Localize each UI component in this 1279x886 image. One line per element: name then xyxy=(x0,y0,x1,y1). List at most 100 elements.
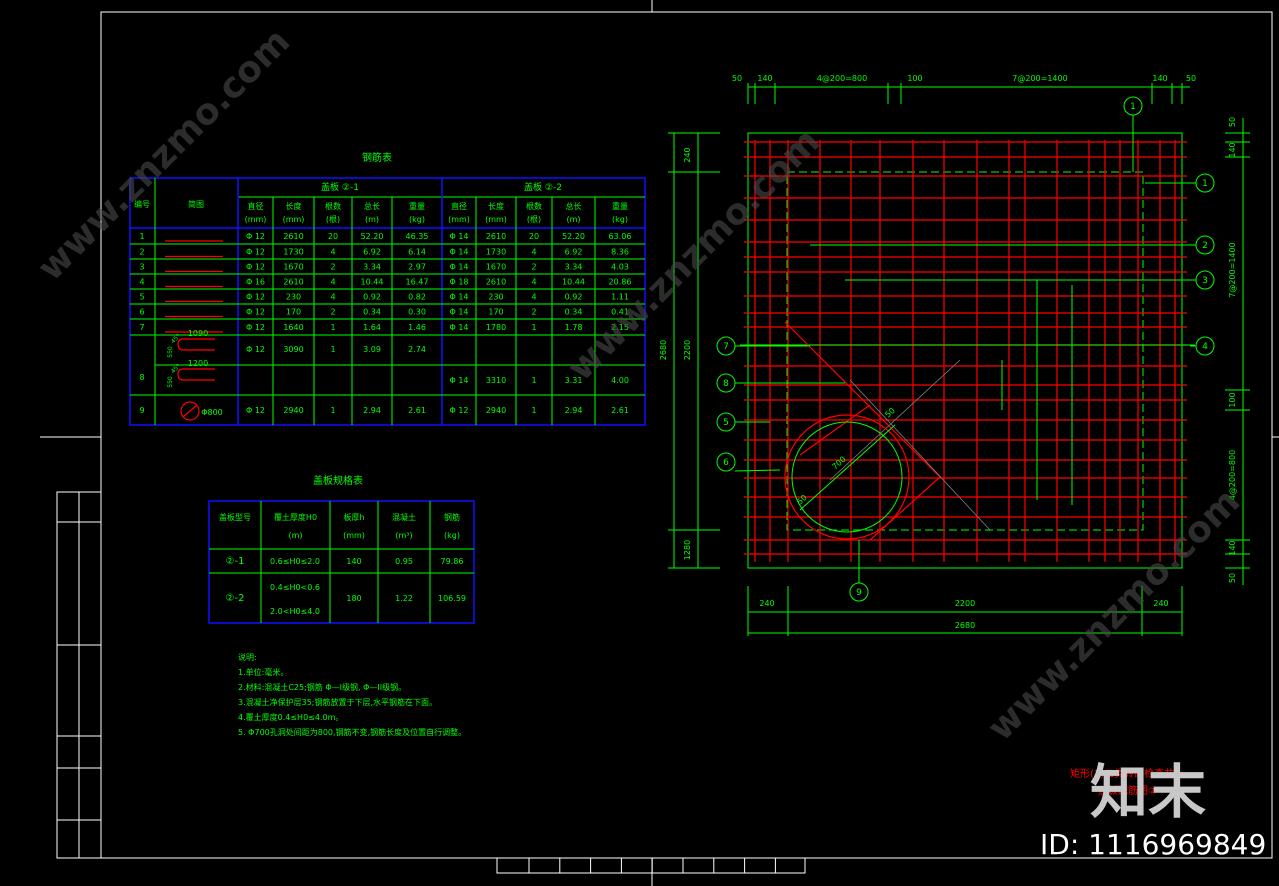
cell-g2: 4 xyxy=(531,278,536,287)
row-no: 1 xyxy=(139,232,144,241)
marker-label: 5 xyxy=(723,418,729,428)
dim-top: 4@200=800 xyxy=(817,74,867,83)
sub-header-unit: (kg) xyxy=(409,215,425,224)
cell-g1: 2610 xyxy=(283,278,303,287)
sub-header: 重量 xyxy=(409,201,425,211)
marker-leader xyxy=(734,469,781,472)
title-block-strip xyxy=(528,858,776,873)
marker-label: 7 xyxy=(723,342,729,352)
sub-header-unit: (根) xyxy=(326,214,340,224)
cell-g2: 20.86 xyxy=(609,278,632,287)
cell-g1: 3.34 xyxy=(363,263,381,272)
row-no: 3 xyxy=(139,263,144,272)
cell-g2: 0.34 xyxy=(565,308,583,317)
sub-header: 根数 xyxy=(325,201,341,211)
cover-header-unit: (m³) xyxy=(395,531,412,540)
cell-g1: 1.46 xyxy=(408,323,426,332)
dim-top: 140 xyxy=(1152,74,1167,83)
cover-table-title: 盖板规格表 xyxy=(313,474,363,487)
cell-g1: 1730 xyxy=(283,248,303,257)
cell-g1: 52.20 xyxy=(361,232,384,241)
cover-range: 2.0<H0≤4.0 xyxy=(270,607,320,616)
sub-header-unit: (kg) xyxy=(612,215,628,224)
cover-type: ②-2 xyxy=(226,593,245,604)
cell-g1: 0.30 xyxy=(408,308,426,317)
cell-g2: 4 xyxy=(531,248,536,257)
cell-g1: 170 xyxy=(286,308,301,317)
cell-g2: 6.92 xyxy=(565,248,583,257)
sub-header-unit: (m) xyxy=(365,215,379,224)
marker-label: 2 xyxy=(1202,241,1208,251)
cell-g1: Φ 12 xyxy=(246,323,265,332)
cell-g1: 2 xyxy=(330,263,335,272)
cell-g1: 0.92 xyxy=(363,293,381,302)
sub-header-unit: (mm) xyxy=(283,215,305,224)
sub-header-unit: (mm) xyxy=(448,215,470,224)
sub-header: 总长 xyxy=(364,201,380,211)
cover-thickness: 180 xyxy=(346,594,361,603)
note-4: 4.覆土厚度0.4≤H0≤4.0m。 xyxy=(238,712,343,722)
sketch-dim: 1200 xyxy=(188,359,208,368)
rebar-table-title: 钢筋表 xyxy=(362,151,392,164)
cell-g1: Φ 12 xyxy=(246,345,265,354)
rebar-sketch-8 xyxy=(177,338,215,351)
cell-g1: 0.34 xyxy=(363,308,381,317)
construction-line xyxy=(849,379,991,531)
header-sketch: 简图 xyxy=(188,199,204,209)
cell-g2: 2.61 xyxy=(611,406,629,415)
cover-type: ②-1 xyxy=(226,556,245,567)
cell-g1: 3.09 xyxy=(363,345,381,354)
notes-title: 说明: xyxy=(238,652,257,662)
cell-g1: 46.35 xyxy=(406,232,429,241)
cover-header-unit: (m) xyxy=(288,531,302,540)
cell-g1: 2.94 xyxy=(363,406,381,415)
dim-bottom: 2200 xyxy=(955,599,975,608)
dim-right: 140 xyxy=(1228,142,1237,157)
cell-g2: 3310 xyxy=(486,376,506,385)
row-no: 4 xyxy=(139,278,144,287)
dim-top: 140 xyxy=(757,74,772,83)
cell-g2: 8.36 xyxy=(611,248,629,257)
cell-g1: 0.82 xyxy=(408,293,426,302)
cell-g2: 230 xyxy=(488,293,503,302)
cover-header-unit: (mm) xyxy=(343,531,365,540)
dim-right: 7@200=1400 xyxy=(1228,242,1237,297)
cell-g1: 1 xyxy=(330,323,335,332)
cover-header: 覆土厚度H0 xyxy=(274,512,317,522)
cell-g2: 4.03 xyxy=(611,263,629,272)
cell-g2: 2 xyxy=(531,308,536,317)
cell-g2: 20 xyxy=(529,232,539,241)
opening-rebar-ring xyxy=(784,414,910,540)
header-group1: 盖板 ②-1 xyxy=(321,181,359,193)
header-group2: 盖板 ②-2 xyxy=(524,181,562,193)
cover-header: 板厚h xyxy=(343,512,364,522)
watermark-id: ID: 1116969849 xyxy=(1040,828,1267,861)
dim-left: 2200 xyxy=(683,340,692,360)
cell-g2: 1780 xyxy=(486,323,506,332)
note-3: 3.混凝土净保护层35;钢筋放置于下层,水平钢筋在下面。 xyxy=(238,697,437,707)
cell-g2: Φ 14 xyxy=(449,293,468,302)
cell-g1: 2.97 xyxy=(408,263,426,272)
dim-top: 50 xyxy=(732,74,742,83)
cell-g1: Φ 16 xyxy=(246,278,265,287)
cover-header: 混凝土 xyxy=(392,512,416,522)
cell-g1: 1 xyxy=(330,345,335,354)
dim-left: 1280 xyxy=(683,540,692,560)
cell-g1: 230 xyxy=(286,293,301,302)
cell-g1: 1670 xyxy=(283,263,303,272)
cell-g2: 1670 xyxy=(486,263,506,272)
cover-table: 盖板规格表 盖板型号 覆土厚度H0 (m) 板厚h (mm) 混凝土 (m³) 钢筋 (kg) ②… xyxy=(208,474,475,624)
sub-header-unit: (m) xyxy=(566,215,580,224)
sub-header: 总长 xyxy=(566,201,582,211)
dim-top: 7@200=1400 xyxy=(1012,74,1067,83)
cell-g1: 1 xyxy=(330,406,335,415)
dim-top: 50 xyxy=(1186,74,1196,83)
cell-g2: 1 xyxy=(531,323,536,332)
cover-header: 盖板型号 xyxy=(219,512,251,522)
cell-g2: Φ 14 xyxy=(449,263,468,272)
cell-g2: 52.20 xyxy=(562,232,585,241)
row-no: 8 xyxy=(139,373,144,382)
cell-g1: 10.44 xyxy=(361,278,384,287)
marker-label: 4 xyxy=(1202,342,1208,352)
sub-header: 长度 xyxy=(286,201,302,211)
